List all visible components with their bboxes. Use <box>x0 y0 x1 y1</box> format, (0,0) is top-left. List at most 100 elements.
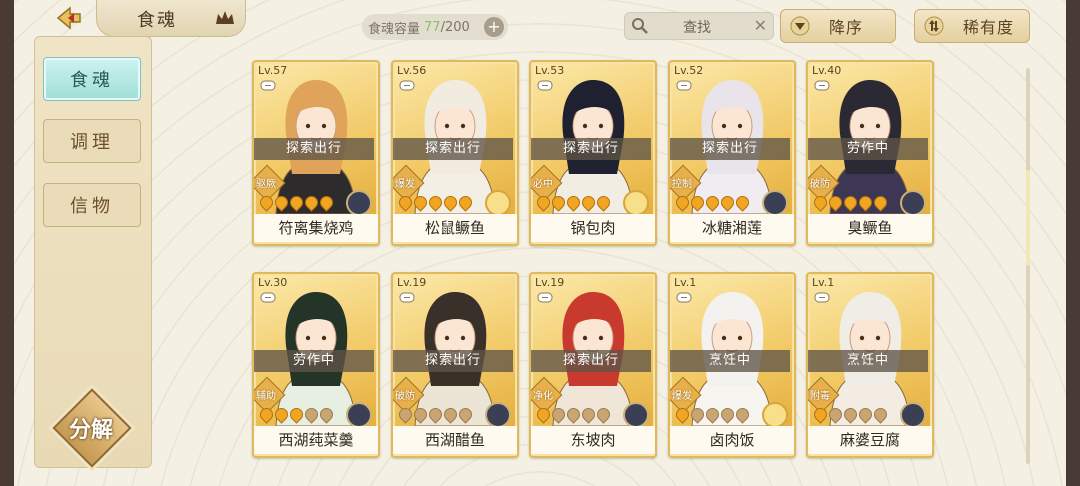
tab-conditioning[interactable]: 调理 <box>43 119 141 163</box>
rank-flame-icon <box>549 193 568 212</box>
food-soul-card[interactable]: Lv.19 探索出行 净化 东坡肉 <box>529 272 657 458</box>
rank-flame-icon <box>396 405 415 424</box>
crown-icon[interactable] <box>215 10 235 26</box>
chat-bubble-icon[interactable] <box>537 292 553 304</box>
scrollbar[interactable] <box>1026 68 1030 464</box>
chat-bubble-icon[interactable] <box>260 292 276 304</box>
search-box[interactable]: 查找 ✕ <box>624 12 774 40</box>
role-label: 驱厥 <box>256 179 276 190</box>
tab-food-souls[interactable]: 食魂 <box>43 57 141 101</box>
rank-flame-icon <box>841 193 860 212</box>
capacity-current: 77 <box>424 19 441 35</box>
rank-flame-icon <box>718 193 737 212</box>
rank-flame-icon <box>257 193 276 212</box>
food-soul-name: 西湖莼菜羹 <box>254 426 378 454</box>
rank-flames <box>811 193 890 212</box>
chat-bubble-icon[interactable] <box>676 292 692 304</box>
level-label: Lv.30 <box>258 276 288 289</box>
rank-flames <box>673 405 752 424</box>
sort-by-button[interactable]: 稀有度 <box>914 9 1030 43</box>
capacity-bar: 食魂容量 77 /200 + <box>362 14 508 40</box>
level-label: Lv.1 <box>674 276 697 289</box>
food-soul-card[interactable]: Lv.30 劳作中辅助西湖莼菜羹 <box>252 272 380 458</box>
status-band: 劳作中 <box>808 138 928 160</box>
food-soul-card[interactable]: Lv.57 探索出行 驱厥 符离集烧鸡 <box>252 60 380 246</box>
rank-flame-icon <box>441 193 460 212</box>
rank-flame-icon <box>826 405 845 424</box>
chat-bubble-icon[interactable] <box>260 80 276 92</box>
food-soul-card[interactable]: Lv.52 探索出行 控制 冰糖湘莲 <box>668 60 796 246</box>
level-label: Lv.53 <box>535 64 565 77</box>
rank-flames <box>396 405 475 424</box>
chat-bubble-icon[interactable] <box>537 80 553 92</box>
page-title: 食魂 <box>137 10 177 31</box>
chat-bubble-icon[interactable] <box>676 80 692 92</box>
rank-flame-icon <box>549 405 568 424</box>
status-band: 烹饪中 <box>808 350 928 372</box>
level-label: Lv.1 <box>812 276 835 289</box>
level-label: Lv.19 <box>535 276 565 289</box>
rank-flame-icon <box>688 405 707 424</box>
level-label: Lv.19 <box>397 276 427 289</box>
chat-bubble-icon[interactable] <box>814 80 830 92</box>
status-band: 劳作中 <box>254 350 374 372</box>
rank-flame-icon <box>594 193 613 212</box>
food-soul-card[interactable]: Lv.56 探索出行 爆发 松鼠鳜鱼 <box>391 60 519 246</box>
search-label: 查找 <box>683 20 711 36</box>
role-label: 必中 <box>533 179 553 190</box>
rank-flame-icon <box>811 405 830 424</box>
rank-flame-icon <box>287 193 306 212</box>
rank-flame-icon <box>287 405 306 424</box>
rank-flame-icon <box>534 405 553 424</box>
rank-flame-icon <box>871 405 890 424</box>
add-capacity-button[interactable]: + <box>484 17 504 37</box>
rank-flames <box>534 405 613 424</box>
rank-flame-icon <box>579 193 598 212</box>
food-soul-name: 符离集烧鸡 <box>254 214 378 242</box>
role-label: 辅助 <box>256 391 276 402</box>
status-band: 探索出行 <box>393 350 513 372</box>
rank-flame-icon <box>564 405 583 424</box>
chat-bubble-icon[interactable] <box>399 80 415 92</box>
rank-flame-icon <box>411 405 430 424</box>
element-icon <box>900 402 926 428</box>
element-icon <box>762 190 788 216</box>
rank-flame-icon <box>703 405 722 424</box>
rank-flame-icon <box>302 193 321 212</box>
sort-order-button[interactable]: 降序 <box>780 9 896 43</box>
rank-flame-icon <box>272 193 291 212</box>
rank-flame-icon <box>456 405 475 424</box>
back-button[interactable] <box>44 2 94 34</box>
chat-bubble-icon[interactable] <box>399 292 415 304</box>
status-band: 探索出行 <box>393 138 513 160</box>
rank-flames <box>257 405 336 424</box>
food-soul-card[interactable]: Lv.1 烹饪中 爆发 卤肉饭 <box>668 272 796 458</box>
rank-flame-icon <box>811 193 830 212</box>
element-icon <box>485 402 511 428</box>
back-arrow-icon <box>56 6 81 30</box>
rank-flame-icon <box>856 193 875 212</box>
rank-flame-icon <box>302 405 321 424</box>
food-soul-card[interactable]: Lv.40 劳作中 破防 臭鳜鱼 <box>806 60 934 246</box>
food-soul-card[interactable]: Lv.1 烹饪中 附毒 麻婆豆腐 <box>806 272 934 458</box>
rank-flame-icon <box>673 405 692 424</box>
rank-flame-icon <box>257 405 276 424</box>
scroll-thumb[interactable] <box>1026 170 1030 266</box>
tab-tokens[interactable]: 信物 <box>43 183 141 227</box>
rank-flames <box>534 193 613 212</box>
rank-flame-icon <box>564 193 583 212</box>
rank-flame-icon <box>411 193 430 212</box>
status-band: 探索出行 <box>531 138 651 160</box>
clear-search-icon[interactable]: ✕ <box>754 16 767 35</box>
decompose-button[interactable]: 分解 <box>52 388 132 468</box>
rank-flames <box>673 193 752 212</box>
rank-flame-icon <box>441 405 460 424</box>
food-soul-card[interactable]: Lv.19 探索出行 破防 西湖醋鱼 <box>391 272 519 458</box>
rank-flame-icon <box>534 193 553 212</box>
food-soul-card[interactable]: Lv.53 探索出行 必中 锅包肉 <box>529 60 657 246</box>
status-band: 探索出行 <box>531 350 651 372</box>
element-icon <box>623 402 649 428</box>
role-label: 控制 <box>672 179 692 190</box>
chat-bubble-icon[interactable] <box>814 292 830 304</box>
food-soul-name: 卤肉饭 <box>670 426 794 454</box>
